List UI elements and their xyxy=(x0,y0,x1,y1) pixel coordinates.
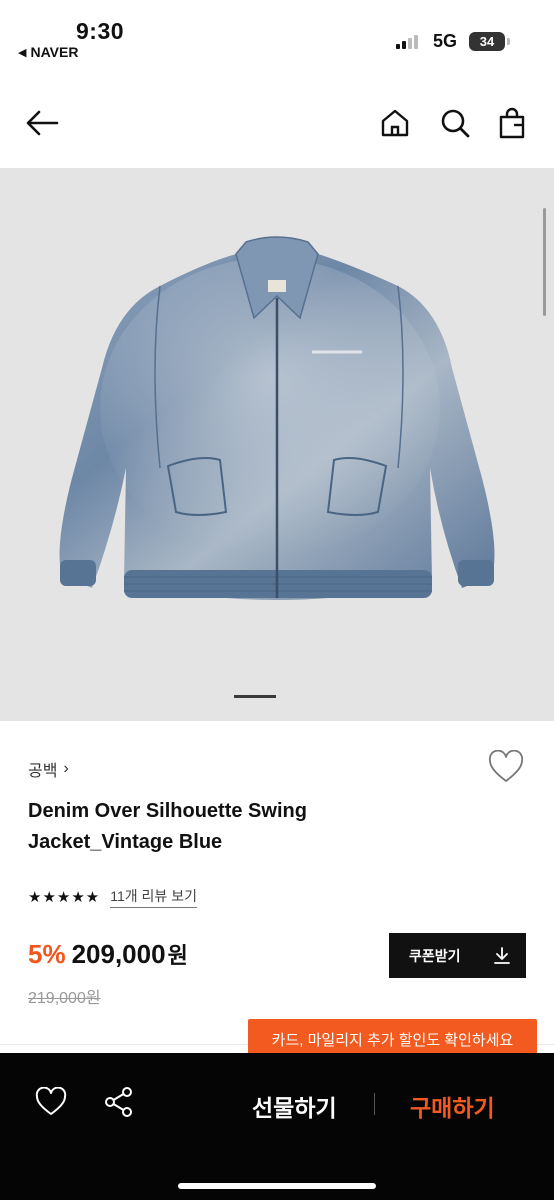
gift-button[interactable]: 선물하기 xyxy=(252,1089,337,1123)
share-icon[interactable] xyxy=(102,1085,136,1119)
discount-rate: 5% xyxy=(28,939,66,969)
heart-icon[interactable] xyxy=(34,1085,68,1119)
original-price: 219,000원 xyxy=(28,990,101,1007)
brand-link[interactable]: 공백 › xyxy=(28,757,69,781)
bottom-separator xyxy=(374,1093,375,1115)
home-indicator xyxy=(178,1183,376,1189)
denim-jacket-image xyxy=(59,236,495,600)
home-icon[interactable] xyxy=(377,105,413,141)
top-nav xyxy=(0,90,554,160)
signal-icon xyxy=(396,33,418,49)
battery-tip xyxy=(507,38,510,45)
search-icon[interactable] xyxy=(437,105,473,141)
price-row: 5% 209,000 원 xyxy=(28,938,188,970)
network-label: 5G xyxy=(433,31,458,51)
shopping-bag-icon[interactable] xyxy=(494,105,530,141)
review-link[interactable]: 11개 리뷰 보기 xyxy=(110,886,197,908)
battery-icon: 34 xyxy=(469,32,505,51)
coupon-button-label: 쿠폰받기 xyxy=(409,947,461,964)
buy-button[interactable]: 구매하기 xyxy=(410,1089,495,1123)
brand-label: 공백 xyxy=(28,763,58,780)
back-triangle-icon: ◀ xyxy=(18,46,27,59)
back-arrow-icon[interactable] xyxy=(24,105,60,141)
wishlist-heart-icon[interactable] xyxy=(488,749,524,784)
bottom-action-bar: 선물하기 구매하기 xyxy=(0,1053,554,1200)
image-scrollbar xyxy=(543,208,546,316)
product-title: Denim Over Silhouette Swing Jacket_Vinta… xyxy=(28,800,307,853)
status-time: 9:30 xyxy=(76,18,125,44)
coupon-download-button[interactable]: 쿠폰받기 xyxy=(389,933,526,978)
sale-price: 209,000 xyxy=(71,939,166,969)
back-app-label: NAVER xyxy=(30,44,79,60)
back-to-app-link[interactable]: ◀ NAVER xyxy=(18,44,78,60)
rating-stars-icon: ★★★★★ xyxy=(28,889,101,906)
carousel-dot-active xyxy=(234,695,276,698)
rating-row: ★★★★★ 11개 리뷰 보기 xyxy=(28,886,197,908)
status-bar: 9:30 ◀ NAVER 5G 34 xyxy=(0,0,554,70)
currency-label: 원 xyxy=(167,943,188,968)
chevron-right-icon: › xyxy=(63,760,69,777)
carousel-indicator xyxy=(234,695,276,698)
product-image-carousel[interactable] xyxy=(0,168,554,721)
download-icon xyxy=(494,946,510,964)
